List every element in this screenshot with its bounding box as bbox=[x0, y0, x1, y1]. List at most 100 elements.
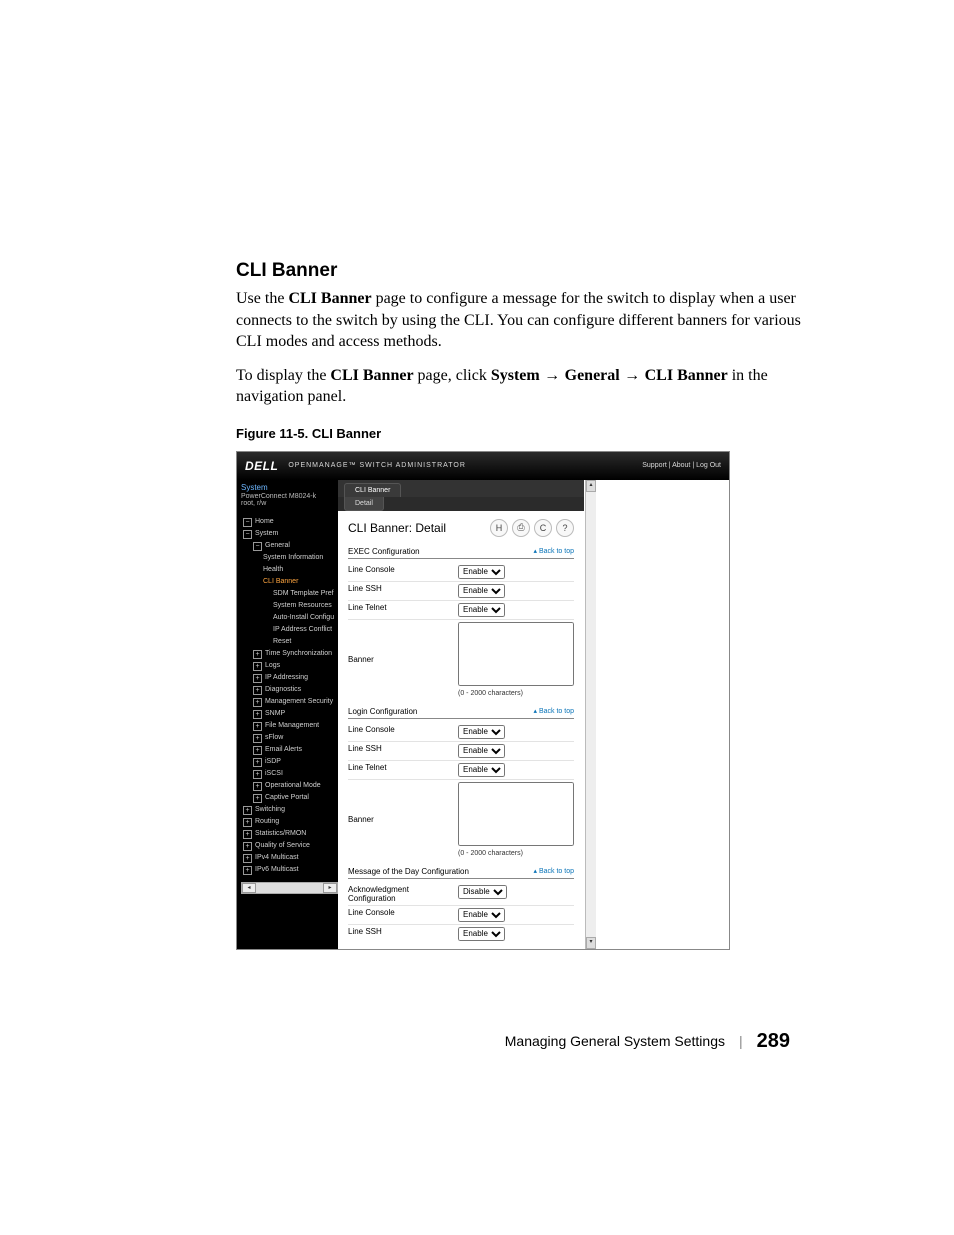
collapse-icon[interactable]: − bbox=[253, 542, 262, 551]
nav-label: SDM Template Pref bbox=[273, 588, 334, 600]
section-heading: CLI Banner bbox=[236, 260, 814, 282]
nav-cli-banner[interactable]: CLI Banner bbox=[241, 576, 338, 588]
expand-icon[interactable]: + bbox=[253, 698, 262, 707]
nav-email-alerts[interactable]: +Email Alerts bbox=[241, 744, 338, 756]
arrow-icon: → bbox=[540, 367, 565, 384]
page-footer: Managing General System Settings | 289 bbox=[236, 1030, 814, 1053]
exec-banner-textarea[interactable] bbox=[458, 622, 574, 686]
exec-console-select[interactable]: Enable bbox=[458, 565, 505, 579]
expand-icon[interactable]: + bbox=[253, 794, 262, 803]
footer-separator: | bbox=[739, 1033, 743, 1049]
back-to-top-link[interactable]: Back to top bbox=[534, 707, 575, 715]
login-telnet-select[interactable]: Enable bbox=[458, 763, 505, 777]
sidebar-system-heading: System bbox=[241, 484, 338, 493]
login-ssh-select[interactable]: Enable bbox=[458, 744, 505, 758]
nav-statistics[interactable]: +Statistics/RMON bbox=[241, 828, 338, 840]
nav-ip-conflict[interactable]: IP Address Conflict bbox=[241, 624, 338, 636]
nav-time-sync[interactable]: +Time Synchronization bbox=[241, 648, 338, 660]
subtab-detail[interactable]: Detail bbox=[344, 497, 384, 511]
save-icon[interactable]: H bbox=[490, 519, 508, 537]
collapse-icon[interactable]: − bbox=[243, 518, 252, 527]
arrow-icon: → bbox=[620, 367, 645, 384]
expand-icon[interactable]: + bbox=[253, 782, 262, 791]
nav-switching[interactable]: +Switching bbox=[241, 804, 338, 816]
expand-icon[interactable]: + bbox=[253, 758, 262, 767]
nav-label: Quality of Service bbox=[255, 840, 310, 852]
expand-icon[interactable]: + bbox=[253, 734, 262, 743]
help-icon[interactable]: ? bbox=[556, 519, 574, 537]
nav-system-information[interactable]: System Information bbox=[241, 552, 338, 564]
nav-general[interactable]: −General bbox=[241, 540, 338, 552]
expand-icon[interactable]: + bbox=[243, 818, 252, 827]
nav-routing[interactable]: +Routing bbox=[241, 816, 338, 828]
nav-health[interactable]: Health bbox=[241, 564, 338, 576]
nav-system-resources[interactable]: System Resources bbox=[241, 600, 338, 612]
scroll-right-icon[interactable]: ▸ bbox=[323, 883, 337, 893]
expand-icon[interactable]: + bbox=[253, 674, 262, 683]
back-to-top-link[interactable]: Back to top bbox=[534, 547, 575, 555]
expand-icon[interactable]: + bbox=[253, 686, 262, 695]
horizontal-scrollbar[interactable]: ◂ ▸ bbox=[241, 882, 338, 894]
nav-ip-addressing[interactable]: +IP Addressing bbox=[241, 672, 338, 684]
login-console-select[interactable]: Enable bbox=[458, 725, 505, 739]
print-icon[interactable]: ⎙ bbox=[512, 519, 530, 537]
refresh-icon[interactable]: C bbox=[534, 519, 552, 537]
motd-ack-select[interactable]: Disable bbox=[458, 885, 507, 899]
char-hint: (0 - 2000 characters) bbox=[458, 690, 574, 697]
nav-captive-portal[interactable]: +Captive Portal bbox=[241, 792, 338, 804]
nav-cli-banner: CLI Banner bbox=[645, 367, 728, 384]
login-banner-textarea[interactable] bbox=[458, 782, 574, 846]
nav-auto-install[interactable]: Auto-Install Configu bbox=[241, 612, 338, 624]
label-banner: Banner bbox=[348, 619, 458, 699]
toolbar-icons: H ⎙ C ? bbox=[490, 519, 574, 537]
nav-home[interactable]: −Home bbox=[241, 516, 338, 528]
back-to-top-link[interactable]: Back to top bbox=[534, 867, 575, 875]
expand-icon[interactable]: + bbox=[253, 662, 262, 671]
expand-icon[interactable]: + bbox=[243, 854, 252, 863]
motd-console-select[interactable]: Enable bbox=[458, 908, 505, 922]
exec-ssh-select[interactable]: Enable bbox=[458, 584, 505, 598]
nav-sdm[interactable]: SDM Template Pref bbox=[241, 588, 338, 600]
nav-logs[interactable]: +Logs bbox=[241, 660, 338, 672]
nav-label: CLI Banner bbox=[263, 576, 298, 588]
figure-caption: Figure 11-5. CLI Banner bbox=[236, 426, 814, 441]
sidebar-user: root, r/w bbox=[241, 500, 338, 508]
expand-icon[interactable]: + bbox=[253, 770, 262, 779]
expand-icon[interactable]: + bbox=[243, 842, 252, 851]
nav-sflow[interactable]: +sFlow bbox=[241, 732, 338, 744]
nav-iscsi[interactable]: +iSCSI bbox=[241, 768, 338, 780]
nav-snmp[interactable]: +SNMP bbox=[241, 708, 338, 720]
expand-icon[interactable]: + bbox=[253, 650, 262, 659]
tab-cli-banner[interactable]: CLI Banner bbox=[344, 483, 401, 497]
nav-label: SNMP bbox=[265, 708, 285, 720]
nav-operational-mode[interactable]: +Operational Mode bbox=[241, 780, 338, 792]
vertical-scrollbar[interactable]: ▴ ▾ bbox=[585, 480, 596, 949]
nav-diagnostics[interactable]: +Diagnostics bbox=[241, 684, 338, 696]
section-exec: EXEC Configuration bbox=[348, 547, 420, 556]
nav-ipv6-multicast[interactable]: +IPv6 Multicast bbox=[241, 864, 338, 876]
exec-telnet-select[interactable]: Enable bbox=[458, 603, 505, 617]
app-screenshot: DELL OPENMANAGE™ SWITCH ADMINISTRATOR Su… bbox=[236, 451, 730, 950]
nav-isdp[interactable]: +iSDP bbox=[241, 756, 338, 768]
motd-ssh-select[interactable]: Enable bbox=[458, 927, 505, 941]
nav-qos[interactable]: +Quality of Service bbox=[241, 840, 338, 852]
nav-label: Auto-Install Configu bbox=[273, 612, 334, 624]
expand-icon[interactable]: + bbox=[243, 806, 252, 815]
collapse-icon[interactable]: − bbox=[243, 530, 252, 539]
expand-icon[interactable]: + bbox=[253, 722, 262, 731]
nav-mgmt-security[interactable]: +Management Security bbox=[241, 696, 338, 708]
nav-label: Email Alerts bbox=[265, 744, 302, 756]
expand-icon[interactable]: + bbox=[243, 830, 252, 839]
expand-icon[interactable]: + bbox=[253, 710, 262, 719]
expand-icon[interactable]: + bbox=[243, 866, 252, 875]
nav-system[interactable]: −System bbox=[241, 528, 338, 540]
nav-ipv4-multicast[interactable]: +IPv4 Multicast bbox=[241, 852, 338, 864]
scroll-up-icon[interactable]: ▴ bbox=[586, 480, 596, 492]
scroll-down-icon[interactable]: ▾ bbox=[586, 937, 596, 949]
top-links[interactable]: Support | About | Log Out bbox=[642, 462, 721, 469]
nav-label: Operational Mode bbox=[265, 780, 321, 792]
nav-file-management[interactable]: +File Management bbox=[241, 720, 338, 732]
scroll-left-icon[interactable]: ◂ bbox=[242, 883, 256, 893]
nav-reset[interactable]: Reset bbox=[241, 636, 338, 648]
expand-icon[interactable]: + bbox=[253, 746, 262, 755]
